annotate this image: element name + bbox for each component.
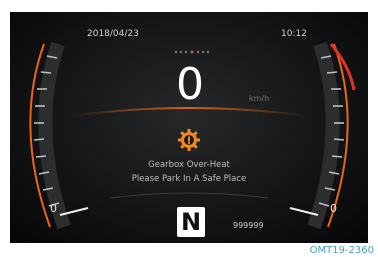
top-indicator-dots [174,50,210,54]
left-gauge-track [38,41,71,230]
gear-indicator: N [177,207,205,237]
gearbox-overheat-icon [178,129,200,151]
right-gauge-track [307,41,340,230]
odometer-readout: 999999 [233,221,264,230]
warning-message-line1: Gearbox Over-Heat [148,160,230,170]
figure-caption: OMT19-2360 [309,245,374,256]
date-readout: 2018/04/23 [87,29,139,39]
gear-letter: N [180,208,202,236]
warning-message-line2: Please Park In A Safe Place [131,174,247,184]
time-readout: 10:12 [281,29,307,39]
instrument-cluster-display: 2018/04/23 10:12 0 km/h Gearbox Over-Hea… [10,12,368,243]
lower-panel-line [109,192,269,199]
left-gauge-min-label: 0 [50,202,57,215]
speed-unit: km/h [249,94,270,103]
right-gauge-min-label: 0 [330,202,337,215]
speed-readout: 0 [176,59,204,110]
